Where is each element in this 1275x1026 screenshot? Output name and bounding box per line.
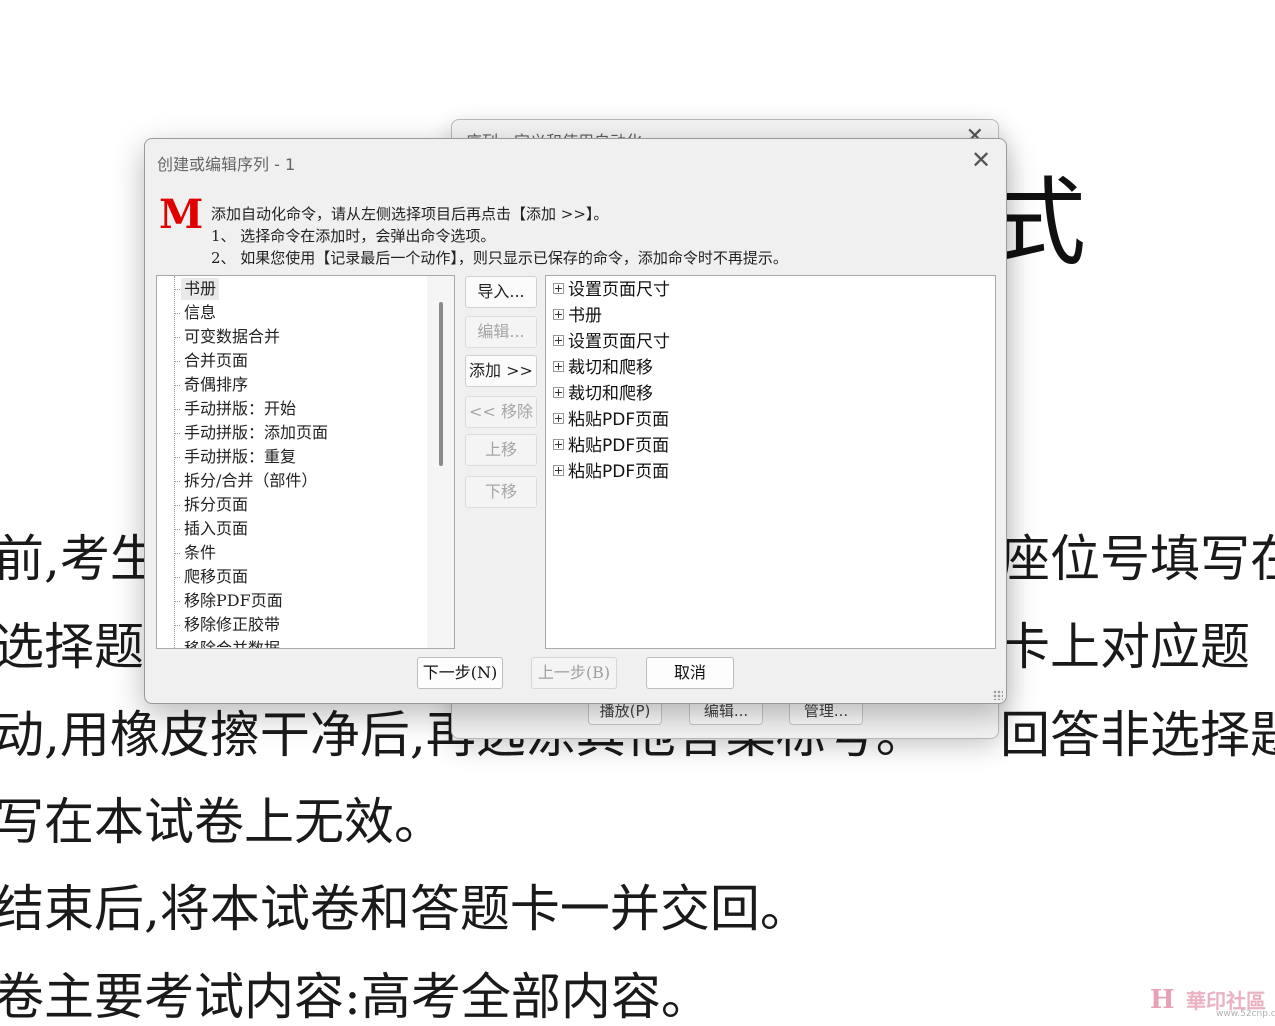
- document-line: 结束后,将本试卷和答题卡一并交回。: [0, 880, 810, 938]
- info-line: 添加自动化命令，请从左侧选择项目后再点击【添加 >>】。: [211, 205, 609, 223]
- expand-icon[interactable]: [553, 282, 564, 294]
- sequence-node[interactable]: 粘贴PDF页面: [553, 408, 669, 432]
- command-item[interactable]: 拆分/合并（部件）: [174, 470, 320, 492]
- command-item[interactable]: 移除PDF页面: [174, 590, 286, 612]
- command-item[interactable]: 条件: [174, 542, 219, 564]
- prev-button[interactable]: 上一步(B): [531, 657, 617, 689]
- command-item[interactable]: 移除修正胶带: [174, 614, 283, 636]
- command-item[interactable]: 手动拼版：重复: [174, 446, 299, 468]
- document-line: 前,考生: [0, 530, 160, 588]
- command-item[interactable]: 手动拼版：开始: [174, 398, 299, 420]
- sequence-node[interactable]: 设置页面尺寸: [553, 330, 670, 354]
- scroll-thumb[interactable]: [439, 302, 443, 466]
- command-item[interactable]: 书册: [174, 278, 220, 300]
- resize-grip-icon[interactable]: [993, 690, 1003, 700]
- next-button[interactable]: 下一步(N): [417, 657, 503, 689]
- document-line: 选择题: [0, 618, 144, 676]
- title-bar[interactable]: 创建或编辑序列 - 1 ✕: [145, 139, 1006, 183]
- cancel-button[interactable]: 取消: [646, 657, 734, 689]
- document-line: 回答非选择题: [1000, 706, 1275, 764]
- edit-button[interactable]: 编辑...: [465, 316, 537, 348]
- expand-icon[interactable]: [553, 386, 564, 398]
- sequence-node[interactable]: 裁切和爬移: [553, 382, 653, 406]
- sequence-node[interactable]: 设置页面尺寸: [553, 278, 670, 302]
- document-line: 座位号填写在: [1000, 530, 1275, 588]
- command-item[interactable]: 插入页面: [174, 518, 251, 540]
- move-up-button[interactable]: 上移: [465, 434, 537, 466]
- move-down-button[interactable]: 下移: [465, 476, 537, 508]
- expand-icon[interactable]: [553, 308, 564, 320]
- close-icon[interactable]: ✕: [970, 147, 992, 173]
- document-line: 卡上对应题: [1000, 618, 1250, 676]
- command-item[interactable]: 爬移页面: [174, 566, 251, 588]
- command-item[interactable]: 信息: [174, 302, 219, 324]
- dialog-title: 创建或编辑序列 - 1: [157, 155, 296, 174]
- expand-icon[interactable]: [553, 412, 564, 424]
- command-list[interactable]: 书册 信息 可变数据合并 合并页面 奇偶排序 手动拼版：开始 手动拼版：添加页面…: [156, 275, 455, 649]
- command-item[interactable]: 移除合并数据: [181, 638, 283, 648]
- sequence-tree[interactable]: 设置页面尺寸 书册 设置页面尺寸 裁切和爬移 裁切和爬移 粘贴PDF页面 粘贴P…: [545, 275, 996, 649]
- watermark-logo-icon: H: [1150, 985, 1175, 1015]
- document-line: 卷主要考试内容:高考全部内容。: [0, 968, 711, 1026]
- info-line: 1、 选择命令在添加时，会弹出命令选项。: [211, 227, 496, 245]
- sequence-node[interactable]: 书册: [553, 304, 602, 328]
- remove-button[interactable]: << 移除: [465, 396, 537, 428]
- expand-icon[interactable]: [553, 438, 564, 450]
- expand-icon[interactable]: [553, 464, 564, 476]
- command-item[interactable]: 拆分页面: [174, 494, 251, 516]
- app-logo-icon: M: [159, 191, 204, 238]
- expand-icon[interactable]: [553, 360, 564, 372]
- watermark: H 華印社區 www.52cnp.com: [1150, 985, 1275, 1019]
- sequence-node[interactable]: 粘贴PDF页面: [553, 434, 669, 458]
- expand-icon[interactable]: [553, 334, 564, 346]
- create-edit-sequence-dialog: 创建或编辑序列 - 1 ✕ M 添加自动化命令，请从左侧选择项目后再点击【添加 …: [144, 138, 1007, 704]
- command-item[interactable]: 奇偶排序: [174, 374, 251, 396]
- command-item[interactable]: 合并页面: [174, 350, 251, 372]
- command-list-scrollbar[interactable]: [427, 276, 454, 648]
- import-button[interactable]: 导入...: [465, 276, 537, 308]
- sequence-node[interactable]: 粘贴PDF页面: [553, 460, 669, 484]
- document-line: 写在本试卷上无效。: [0, 793, 444, 851]
- command-item[interactable]: 手动拼版：添加页面: [174, 422, 331, 444]
- sequence-node[interactable]: 裁切和爬移: [553, 356, 653, 380]
- info-line: 2、 如果您使用【记录最后一个动作】，则只显示已保存的命令，添加命令时不再提示。: [211, 249, 788, 267]
- add-button[interactable]: 添加 >>: [465, 355, 537, 387]
- watermark-url: www.52cnp.com: [1216, 1009, 1275, 1019]
- command-item[interactable]: 可变数据合并: [174, 326, 283, 348]
